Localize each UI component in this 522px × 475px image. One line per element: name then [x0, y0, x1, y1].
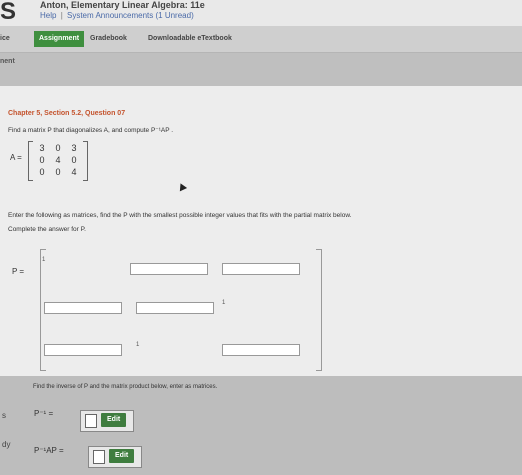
- matrix-a-label: A =: [10, 153, 22, 162]
- complete-text: Complete the answer for P.: [8, 226, 86, 233]
- question-prompt: Find a matrix P that diagonalizes A, and…: [8, 127, 174, 134]
- tab-assignment[interactable]: Assignment: [34, 31, 85, 47]
- side-label: s: [2, 411, 6, 420]
- p-inverse-answer: Edit: [80, 410, 134, 432]
- matrix-p-right-bracket: [316, 249, 322, 371]
- announcements-link[interactable]: System Announcements (1 Unread): [67, 11, 194, 20]
- matrix-p-input-r0c1[interactable]: [130, 263, 208, 275]
- matrix-p-input-r1c1[interactable]: [136, 302, 214, 314]
- matrix-a-cell: 4: [55, 155, 61, 165]
- tab-gradebook[interactable]: Gradebook: [90, 31, 127, 47]
- product-edit-button[interactable]: Edit: [109, 449, 135, 463]
- matrix-a-cell: 0: [55, 167, 61, 177]
- matrix-p-input-r0c2[interactable]: [222, 263, 300, 275]
- matrix-a-left-bracket: [28, 141, 33, 181]
- section-label: nent: [0, 58, 15, 65]
- course-title: Anton, Elementary Linear Algebra: 11e: [40, 0, 205, 10]
- help-link[interactable]: Help: [40, 11, 56, 20]
- nav-bar: ice Assignment Gradebook Downloadable eT…: [0, 26, 522, 53]
- inverse-section: Find the inverse of P and the matrix pro…: [0, 376, 522, 475]
- matrix-a-cell: 0: [39, 155, 45, 165]
- link-separator: |: [60, 11, 63, 20]
- matrix-a-right-bracket: [83, 141, 88, 181]
- app-logo: S: [0, 0, 17, 25]
- matrix-p-label: P =: [12, 267, 25, 276]
- matrix-p-input-r2c2[interactable]: [222, 344, 300, 356]
- matrix-a-cell: 0: [55, 143, 61, 153]
- side-label: dy: [2, 440, 11, 449]
- matrix-a-cell: 4: [71, 167, 77, 177]
- matrix-p-given-entry: 1: [222, 300, 226, 306]
- product-input[interactable]: [93, 450, 105, 464]
- product-label: P⁻¹AP =: [34, 446, 64, 455]
- matrix-a-cell: 0: [71, 155, 77, 165]
- matrix-a: 3 0 3 0 4 0 0 0 4: [28, 141, 88, 181]
- section-bar: nent: [0, 53, 522, 69]
- matrix-a-cell: 0: [39, 167, 45, 177]
- top-header: S Anton, Elementary Linear Algebra: 11e …: [0, 0, 522, 26]
- p-inverse-label: P⁻¹ =: [34, 409, 54, 418]
- matrix-p-given-entry: 1: [136, 342, 140, 348]
- p-inverse-input[interactable]: [85, 414, 97, 428]
- instruction-text: Enter the following as matrices, find th…: [8, 212, 352, 219]
- product-answer: Edit: [88, 446, 142, 468]
- question-title: Chapter 5, Section 5.2, Question 07: [8, 110, 126, 117]
- matrix-p-given-entry: 1: [42, 257, 46, 263]
- tab-partial[interactable]: ice: [0, 31, 10, 47]
- inverse-instruction: Find the inverse of P and the matrix pro…: [33, 384, 218, 390]
- header-links: Help | System Announcements (1 Unread): [40, 11, 194, 20]
- tab-etextbook[interactable]: Downloadable eTextbook: [148, 31, 232, 47]
- matrix-p-input-r1c0[interactable]: [44, 302, 122, 314]
- matrix-a-cell: 3: [39, 143, 45, 153]
- matrix-a-cell: 3: [71, 143, 77, 153]
- matrix-p-input-r2c0[interactable]: [44, 344, 122, 356]
- p-inverse-edit-button[interactable]: Edit: [101, 413, 127, 427]
